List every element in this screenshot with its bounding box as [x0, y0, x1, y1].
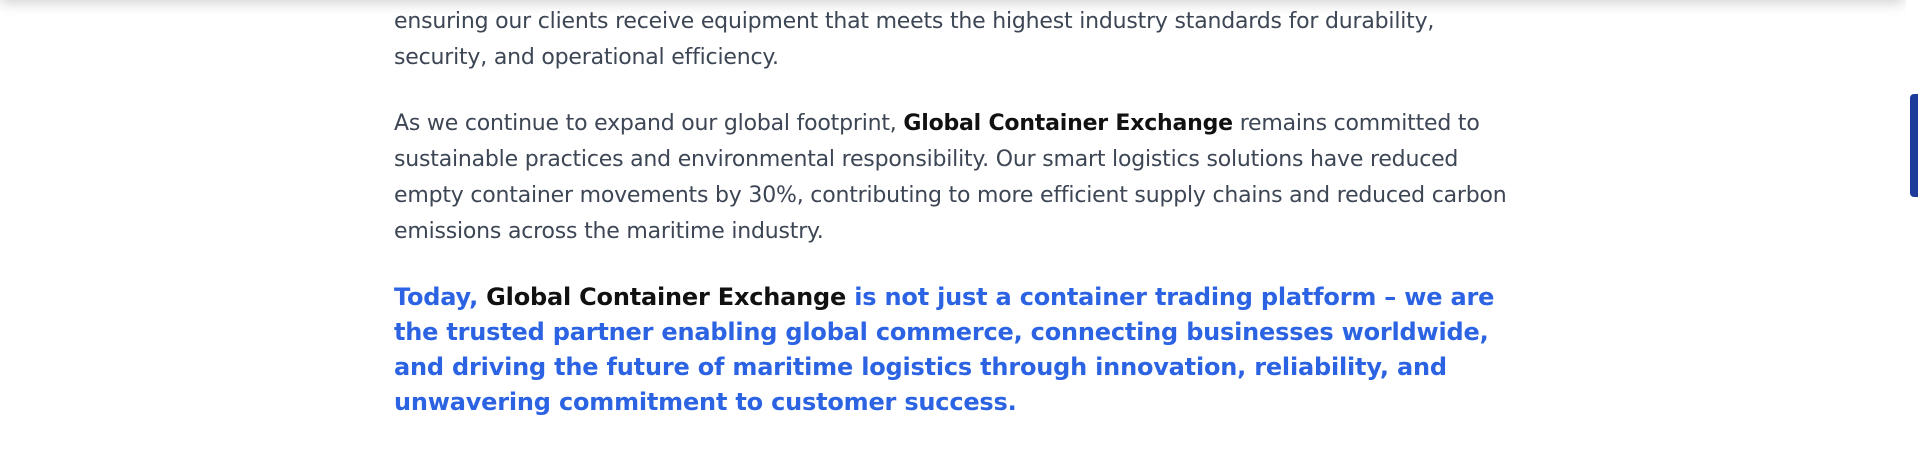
highlight-text-before: Today,	[394, 283, 487, 311]
article-highlight-statement: Today, Global Container Exchange is not …	[394, 280, 1524, 420]
article-paragraph-quality: ensuring our clients receive equipment t…	[394, 4, 1524, 76]
brand-name: Global Container Exchange	[903, 111, 1233, 136]
paragraph-text: ensuring our clients receive equipment t…	[394, 9, 1435, 70]
page-viewport: ensuring our clients receive equipment t…	[0, 0, 1918, 453]
paragraph-text-before: As we continue to expand our global foot…	[394, 111, 904, 136]
brand-name: Global Container Exchange	[486, 283, 847, 311]
page-scrollbar[interactable]	[1906, 0, 1918, 453]
article-paragraph-sustainability: As we continue to expand our global foot…	[394, 106, 1524, 250]
scrollbar-thumb[interactable]	[1910, 94, 1918, 197]
article-content: ensuring our clients receive equipment t…	[394, 4, 1524, 420]
